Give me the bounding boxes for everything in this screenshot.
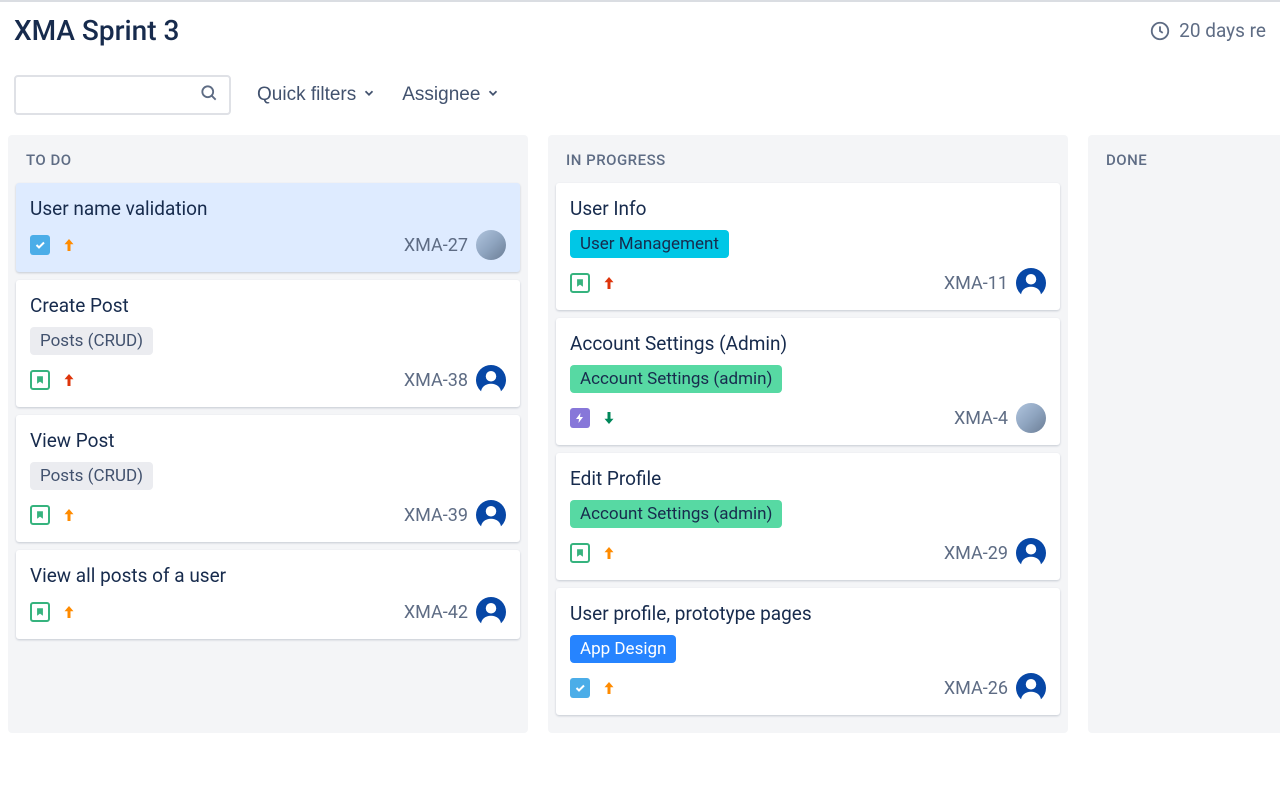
quick-filters-dropdown[interactable]: Quick filters <box>257 84 376 106</box>
priority-up-icon <box>60 236 78 254</box>
priority-up-icon <box>60 603 78 621</box>
assignee-avatar[interactable] <box>1016 403 1046 433</box>
epic-label[interactable]: User Management <box>570 230 729 258</box>
issue-title: User Info <box>570 197 1046 220</box>
column-header: DONE <box>1096 145 1280 183</box>
clock-icon <box>1149 20 1171 42</box>
assignee-avatar[interactable] <box>476 597 506 627</box>
issue-title: Account Settings (Admin) <box>570 332 1046 355</box>
issue-title: Edit Profile <box>570 467 1046 490</box>
chevron-down-icon <box>486 84 500 106</box>
issue-key: XMA-29 <box>944 543 1008 564</box>
search-icon <box>199 83 219 107</box>
issue-card[interactable]: User Info User Management XMA-11 <box>556 183 1060 310</box>
issue-key: XMA-11 <box>944 273 1008 294</box>
chevron-down-icon <box>362 84 376 106</box>
issue-card[interactable]: Edit Profile Account Settings (admin) XM… <box>556 453 1060 580</box>
priority-up-icon <box>60 371 78 389</box>
story-type-icon <box>30 370 50 390</box>
assignee-dropdown[interactable]: Assignee <box>402 84 500 106</box>
issue-card[interactable]: Account Settings (Admin) Account Setting… <box>556 318 1060 445</box>
priority-down-icon <box>600 409 618 427</box>
epic-label[interactable]: Posts (CRUD) <box>30 327 153 355</box>
epic-label[interactable]: Account Settings (admin) <box>570 500 782 528</box>
column-header: TO DO <box>16 145 520 183</box>
issue-title: View all posts of a user <box>30 564 506 587</box>
priority-up-icon <box>600 544 618 562</box>
assignee-avatar[interactable] <box>1016 673 1046 703</box>
column-done: DONE <box>1088 135 1280 733</box>
issue-title: Create Post <box>30 294 506 317</box>
column-header: IN PROGRESS <box>556 145 1060 183</box>
story-type-icon <box>30 602 50 622</box>
issue-title: View Post <box>30 429 506 452</box>
sprint-title: XMA Sprint 3 <box>14 14 179 47</box>
issue-key: XMA-26 <box>944 678 1008 699</box>
issue-title: User name validation <box>30 197 506 220</box>
story-type-icon <box>30 505 50 525</box>
issue-key: XMA-27 <box>404 235 468 256</box>
search-input[interactable] <box>14 75 231 115</box>
task-type-icon <box>570 678 590 698</box>
column-inprogress: IN PROGRESS User Info User Management XM… <box>548 135 1068 733</box>
epic-label[interactable]: Account Settings (admin) <box>570 365 782 393</box>
task-type-icon <box>30 235 50 255</box>
story-type-icon <box>570 543 590 563</box>
epic-label[interactable]: Posts (CRUD) <box>30 462 153 490</box>
assignee-avatar[interactable] <box>476 365 506 395</box>
issue-card[interactable]: User profile, prototype pages App Design… <box>556 588 1060 715</box>
epic-type-icon <box>570 408 590 428</box>
assignee-avatar[interactable] <box>476 230 506 260</box>
priority-up-icon <box>600 679 618 697</box>
issue-key: XMA-42 <box>404 602 468 623</box>
column-todo: TO DO User name validation XMA-27 Create… <box>8 135 528 733</box>
issue-card[interactable]: View Post Posts (CRUD) XMA-39 <box>16 415 520 542</box>
issue-title: User profile, prototype pages <box>570 602 1046 625</box>
assignee-avatar[interactable] <box>1016 538 1046 568</box>
issue-key: XMA-39 <box>404 505 468 526</box>
issue-card[interactable]: Create Post Posts (CRUD) XMA-38 <box>16 280 520 407</box>
assignee-avatar[interactable] <box>1016 268 1046 298</box>
epic-label[interactable]: App Design <box>570 635 676 663</box>
priority-up-icon <box>60 506 78 524</box>
priority-up-icon <box>600 274 618 292</box>
sprint-remaining: 20 days re <box>1149 19 1266 42</box>
issue-key: XMA-38 <box>404 370 468 391</box>
story-type-icon <box>570 273 590 293</box>
issue-card[interactable]: User name validation XMA-27 <box>16 183 520 272</box>
issue-key: XMA-4 <box>954 408 1008 429</box>
assignee-avatar[interactable] <box>476 500 506 530</box>
issue-card[interactable]: View all posts of a user XMA-42 <box>16 550 520 639</box>
